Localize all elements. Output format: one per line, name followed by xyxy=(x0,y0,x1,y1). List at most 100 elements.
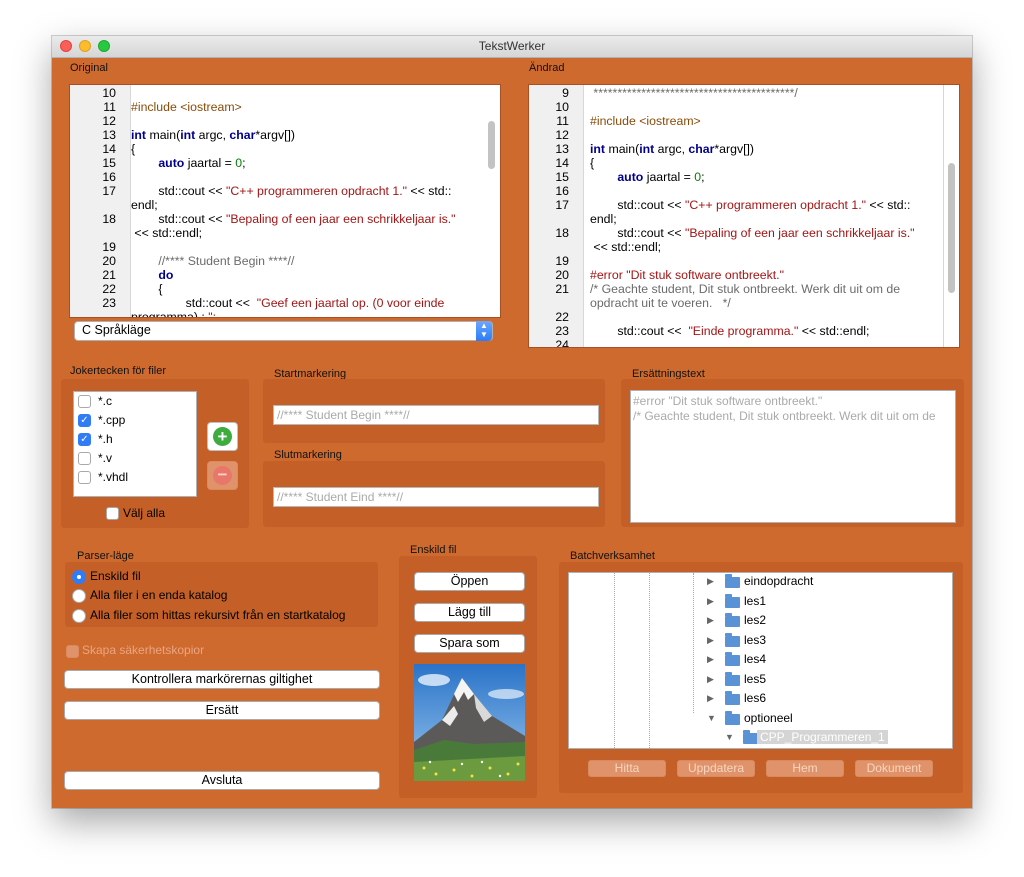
disclosure-open-icon[interactable]: ▼ xyxy=(707,713,716,723)
documents-button[interactable]: Dokument xyxy=(855,760,933,777)
changed-scrollbar[interactable] xyxy=(948,163,955,293)
quit-button[interactable]: Avsluta xyxy=(64,771,380,790)
tree-row[interactable]: ▶ les1 xyxy=(569,592,949,611)
folder-label: les6 xyxy=(744,691,767,705)
select-all-label: Välj alla xyxy=(123,506,166,520)
code-line: { xyxy=(131,282,163,296)
tree-row[interactable]: ▶ les6 xyxy=(569,689,949,708)
select-all-checkbox[interactable] xyxy=(106,507,119,520)
plus-icon: + xyxy=(213,427,232,446)
tree-row[interactable]: ▶ les2 xyxy=(569,611,949,630)
language-mode-select[interactable]: C Språkläge ▲ ▼ xyxy=(74,321,493,341)
folder-icon xyxy=(725,671,740,686)
code-line: endl; xyxy=(131,198,158,212)
code-line: #error "Dit stuk software ontbreekt." xyxy=(590,268,784,282)
validate-markers-button[interactable]: Kontrollera markörernas giltighet xyxy=(64,670,380,689)
code-line: do xyxy=(158,268,174,282)
title-bar: TekstWerker xyxy=(52,36,972,58)
code-line: opdracht uit te voeren. */ xyxy=(590,296,731,310)
code-line: std::cout << "Geef een jaartal op. (0 vo… xyxy=(131,296,445,310)
tree-row[interactable]: ▶ les4 xyxy=(569,650,949,669)
wildcard-checkbox[interactable]: ✓ xyxy=(78,414,91,427)
radio-recursive[interactable] xyxy=(72,609,86,623)
disclosure-closed-icon[interactable]: ▶ xyxy=(707,693,714,704)
radio-single-folder[interactable] xyxy=(72,589,86,603)
code-line: std::cout << "C++ programmeren opdracht … xyxy=(131,184,452,198)
replacement-textarea[interactable]: #error "Dit stuk software ontbreekt." /*… xyxy=(630,390,956,523)
home-button[interactable]: Hem xyxy=(766,760,844,777)
add-button[interactable]: Lägg till xyxy=(414,603,525,622)
changed-editor[interactable]: 9 **************************************… xyxy=(528,84,960,348)
minimize-window-button[interactable] xyxy=(79,40,91,52)
open-button[interactable]: Öppen xyxy=(414,572,525,591)
changed-label: Ändrad xyxy=(529,62,565,74)
disclosure-closed-icon[interactable]: ▶ xyxy=(707,576,714,587)
wildcard-checkbox[interactable] xyxy=(78,395,91,408)
remove-wildcard-button[interactable]: − xyxy=(207,461,238,490)
disclosure-closed-icon[interactable]: ▶ xyxy=(707,615,714,626)
add-wildcard-button[interactable]: + xyxy=(207,422,238,451)
line-number: 20 xyxy=(102,254,116,268)
wildcard-checkbox[interactable]: ✓ xyxy=(78,433,91,446)
replace-button[interactable]: Ersätt xyxy=(64,701,380,720)
line-number: 14 xyxy=(102,142,116,156)
disclosure-open-icon[interactable]: ▼ xyxy=(725,732,734,742)
code-line: int main(int argc, char*argv[]) xyxy=(590,142,755,156)
tree-row[interactable]: ▼ optioneel xyxy=(569,709,949,728)
update-button[interactable]: Uppdatera xyxy=(677,760,755,777)
start-marker-input[interactable]: //**** Student Begin ****// xyxy=(273,405,599,425)
line-number: 14 xyxy=(555,156,569,170)
line-number: 15 xyxy=(555,170,569,184)
folder-icon xyxy=(725,710,740,725)
end-marker-input[interactable]: //**** Student Eind ****// xyxy=(273,487,599,507)
save-as-button[interactable]: Spara som xyxy=(414,634,525,653)
code-line: << std::endl; xyxy=(131,226,203,240)
wildcard-label: *.h xyxy=(98,432,113,446)
folder-label: les5 xyxy=(744,671,767,686)
wildcard-label: *.c xyxy=(98,394,113,408)
tree-row[interactable]: ▶ eindopdracht xyxy=(569,573,949,591)
line-number: 19 xyxy=(102,240,116,254)
tree-row[interactable]: ▶ les5 xyxy=(569,670,949,689)
end-marker-label: Slutmarkering xyxy=(274,449,342,461)
disclosure-closed-icon[interactable]: ▶ xyxy=(707,596,714,607)
folder-tree[interactable]: ▶ eindopdracht ▶ les1 ▶ les2 ▶ les3 ▶ les4 ▶ les5 ▶ l… xyxy=(568,572,953,749)
disclosure-closed-icon[interactable]: ▶ xyxy=(707,674,714,685)
disclosure-closed-icon[interactable]: ▶ xyxy=(707,654,714,665)
code-line: { xyxy=(590,156,595,170)
code-line: programma) : "; xyxy=(131,310,217,318)
disclosure-closed-icon[interactable]: ▶ xyxy=(707,635,714,646)
line-number: 10 xyxy=(102,86,116,100)
radio-recursive-label: Alla filer som hittas rekursivt från en … xyxy=(90,608,346,622)
code-line: std::cout << "Bepaling of een jaar een s… xyxy=(131,212,456,226)
backup-label: Skapa säkerhetskopior xyxy=(82,643,205,657)
replacement-line-2: /* Geachte student, Dit stuk ontbreekt. … xyxy=(633,409,936,423)
line-number: 12 xyxy=(102,114,116,128)
wildcards-list[interactable]: *.c ✓ *.cpp ✓ *.h *.v *.vhdl xyxy=(73,391,197,497)
close-window-button[interactable] xyxy=(60,40,72,52)
original-scrollbar[interactable] xyxy=(488,121,495,169)
tree-row[interactable]: ▶ les3 xyxy=(569,631,949,650)
line-number: 17 xyxy=(555,198,569,212)
line-number: 11 xyxy=(556,114,569,128)
code-line: auto jaartal = 0; xyxy=(617,170,705,184)
find-button[interactable]: Hitta xyxy=(588,760,666,777)
code-line: endl; xyxy=(590,212,617,226)
folder-label: les4 xyxy=(744,652,767,666)
code-line: /* Geachte student, Dit stuk ontbreekt. … xyxy=(590,282,901,296)
folder-label: les3 xyxy=(744,632,767,647)
line-number: 16 xyxy=(555,184,569,198)
line-number: 22 xyxy=(102,282,116,296)
line-number: 24 xyxy=(555,338,569,348)
zoom-window-button[interactable] xyxy=(98,40,110,52)
wildcard-checkbox[interactable] xyxy=(78,452,91,465)
wildcard-checkbox[interactable] xyxy=(78,471,91,484)
backup-checkbox[interactable] xyxy=(66,645,79,658)
radio-single-file[interactable] xyxy=(72,570,86,584)
line-number: 20 xyxy=(555,268,569,282)
tree-row[interactable]: ▼ CPP_Programmeren_1 xyxy=(569,728,949,747)
code-line: std::cout << "Bepaling of een jaar een s… xyxy=(590,226,915,240)
original-editor[interactable]: 10 11 #include <iostream> 12 13 int main(int … xyxy=(69,84,501,318)
folder-label: les2 xyxy=(744,613,767,627)
code-line: int main(int argc, char*argv[]) xyxy=(131,128,296,142)
